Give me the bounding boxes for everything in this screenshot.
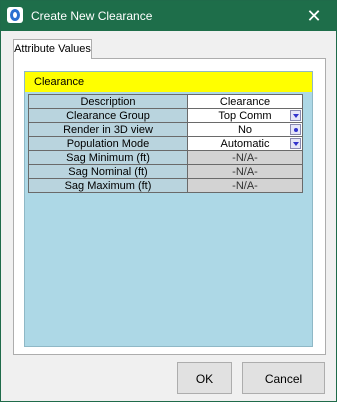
close-icon: ✕: [306, 6, 322, 26]
attribute-value: -N/A-: [187, 150, 303, 165]
attribute-label: Description: [28, 94, 188, 109]
attribute-value-text: -N/A-: [232, 179, 258, 192]
table-row: Render in 3D view No: [28, 122, 303, 137]
title-bar[interactable]: Create New Clearance ✕: [1, 1, 336, 31]
cancel-button[interactable]: Cancel: [242, 362, 325, 394]
table-row: Sag Maximum (ft) -N/A-: [28, 178, 303, 193]
attribute-label: Sag Minimum (ft): [28, 150, 188, 165]
table-row: Sag Nominal (ft) -N/A-: [28, 164, 303, 179]
attributes-table: Description Clearance Clearance Group Top C…: [28, 94, 303, 193]
attribute-label: Sag Nominal (ft): [28, 164, 188, 179]
attribute-value[interactable]: Clearance: [187, 94, 303, 109]
app-logo-icon: [7, 7, 23, 23]
attribute-label: Clearance Group: [28, 108, 188, 123]
dropdown-arrow-icon[interactable]: [290, 110, 301, 121]
attributes-panel: Clearance Description Clearance Clearance …: [24, 71, 313, 347]
attribute-value: -N/A-: [187, 178, 303, 193]
tab-attribute-values[interactable]: Attribute Values: [13, 39, 92, 59]
dialog-window: Create New Clearance ✕ Attribute Values …: [0, 0, 337, 402]
ok-button[interactable]: OK: [177, 362, 232, 394]
close-button[interactable]: ✕: [292, 1, 336, 31]
window-title: Create New Clearance: [31, 9, 153, 23]
table-row: Sag Minimum (ft) -N/A-: [28, 150, 303, 165]
attribute-label: Population Mode: [28, 136, 188, 151]
attribute-value: -N/A-: [187, 164, 303, 179]
attribute-value-text: Clearance: [219, 95, 271, 108]
attribute-label: Render in 3D view: [28, 122, 188, 137]
tab-panel: Clearance Description Clearance Clearance …: [13, 58, 326, 355]
dropdown-arrow-icon[interactable]: [290, 138, 301, 149]
attribute-label: Sag Maximum (ft): [28, 178, 188, 193]
attribute-value-text: -N/A-: [232, 165, 258, 178]
attribute-dropdown[interactable]: Automatic: [187, 136, 303, 151]
attribute-value-text: Automatic: [220, 137, 270, 150]
section-header: Clearance: [25, 72, 312, 92]
attribute-value-text: Top Comm: [218, 109, 272, 122]
table-row: Population Mode Automatic: [28, 136, 303, 151]
attribute-value-text: -N/A-: [232, 151, 258, 164]
table-row: Description Clearance: [28, 94, 303, 109]
table-row: Clearance Group Top Comm: [28, 108, 303, 123]
attribute-toggle[interactable]: No: [187, 122, 303, 137]
toggle-dot-icon[interactable]: [290, 124, 301, 135]
attribute-value-text: No: [237, 123, 253, 136]
attribute-dropdown[interactable]: Top Comm: [187, 108, 303, 123]
